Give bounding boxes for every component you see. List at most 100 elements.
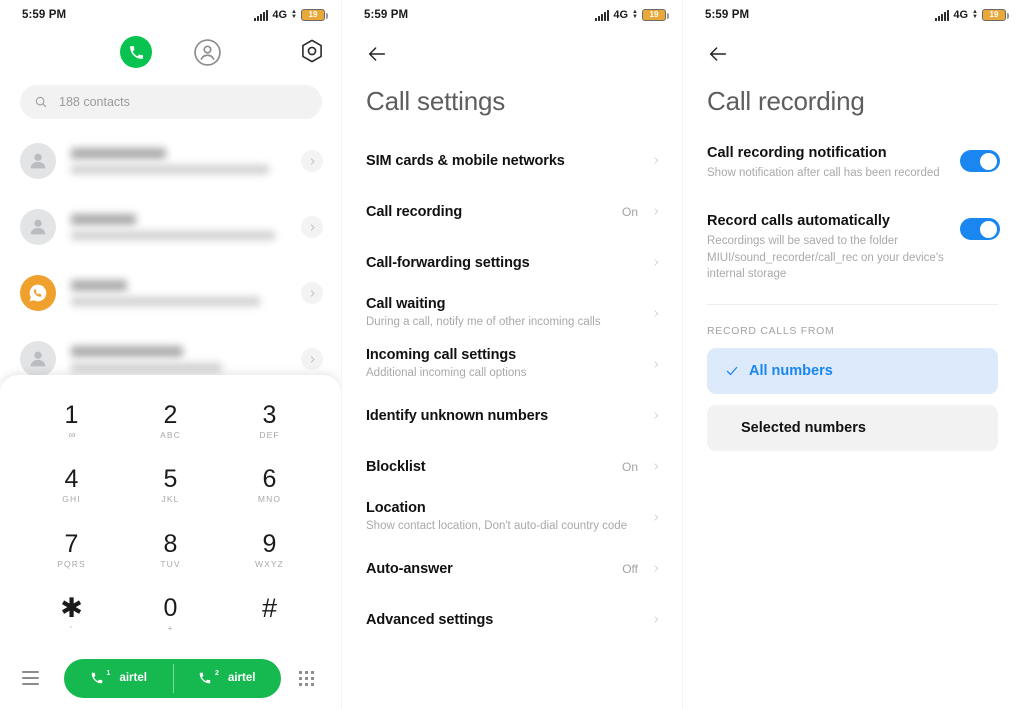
network-type-label: 4G [272,9,288,21]
toggle-subtitle: Recordings will be saved to the folder M… [707,235,944,280]
operator-label: airtel [119,672,147,684]
dialpad-key-5[interactable]: 5 JKL [121,454,220,519]
call-recording-toggles: Call recording notification Show notific… [683,145,1022,452]
key-digit: 8 [163,529,178,558]
avatar [20,275,56,311]
setting-row-incoming-call[interactable]: Incoming call settings Additional incomi… [342,339,682,390]
dialpad-key-7[interactable]: 7 PQRS [22,518,121,583]
back-button[interactable] [683,30,1022,78]
key-digit: 5 [163,465,178,494]
dialpad-key-1[interactable]: 1 ∞ [22,389,121,454]
setting-row-call-recording[interactable]: Call recording On [342,186,682,237]
status-indicators: 4G ▲ ▼ 19 [595,9,669,21]
setting-row-advanced[interactable]: Advanced settings [342,594,682,645]
page-title: Call recording [707,86,865,116]
list-item[interactable] [0,128,341,194]
setting-row-blocklist[interactable]: Blocklist On [342,441,682,492]
phone-tab[interactable] [120,36,152,68]
dialpad-key-4[interactable]: 4 GHI [22,454,121,519]
key-digit: 9 [262,529,277,558]
setting-row-call-waiting[interactable]: Call waiting During a call, notify me of… [342,288,682,339]
contact-detail-button[interactable] [301,282,323,304]
gear-hexagon-icon [302,39,322,63]
chevron-right-icon [310,223,314,231]
dialpad-key-2[interactable]: 2 ABC [121,389,220,454]
contact-detail-redacted [71,297,261,306]
setting-row-location[interactable]: Location Show contact location, Don't au… [342,492,682,543]
back-arrow-icon [368,47,386,61]
operator-label: airtel [227,672,256,684]
network-type-label: 4G [613,9,629,21]
whatsapp-call-icon [29,284,47,302]
setting-row-call-forwarding[interactable]: Call-forwarding settings [342,237,682,288]
key-letters: MNO [257,494,282,505]
dialpad-key-0[interactable]: 0 + [121,583,220,648]
contact-name-redacted [71,148,166,159]
setting-subtitle: Show contact location, Don't auto-dial c… [366,520,628,533]
status-time: 5:59 PM [364,9,409,21]
key-letters: JKL [161,494,180,505]
option-selected-numbers[interactable]: Selected numbers [707,405,998,452]
contact-detail-button[interactable] [301,150,323,172]
phone-call-icon [199,672,211,684]
option-label: All numbers [749,363,833,380]
contact-text [71,214,286,240]
chevron-right-icon [310,289,314,297]
call-button-sim1[interactable]: 1 airtel [64,659,173,698]
key-digit: 0 [163,594,178,623]
setting-title: Identify unknown numbers [366,407,549,424]
key-letters: PQRS [57,558,86,569]
phone-call-icon [91,672,102,684]
chevron-right-icon [310,355,314,363]
dialpad-key-8[interactable]: 8 TUV [121,518,220,583]
toggle-title: Call recording notification [707,145,887,161]
recording-notification-switch[interactable] [960,150,1000,172]
status-bar: 5:59 PM 4G ▲ ▼ 19 [683,0,1022,30]
dialpad-key-6[interactable]: 6 MNO [220,454,319,519]
section-label: RECORD CALLS FROM [707,325,835,338]
dialer-screen: 5:59 PM 4G ▲ ▼ 1 9 188 contacts 1 ∞ 2 ABC… [0,0,341,709]
data-arrows-icon: ▲ ▼ [291,9,297,20]
search-input[interactable]: 188 contacts [20,85,322,119]
call-button-sim2[interactable]: 2 airtel [172,659,282,698]
dialpad-key-3[interactable]: 3 DEF [220,389,319,454]
chevron-right-icon [648,205,660,218]
hamburger-menu-icon[interactable] [22,671,52,685]
contact-name-redacted [71,214,136,225]
sim-number: 1 [106,669,111,677]
back-button[interactable] [342,30,682,78]
status-time: 5:59 PM [22,9,67,21]
chevron-right-icon [648,358,660,371]
contact-detail-button[interactable] [301,348,323,370]
contact-text [71,346,286,372]
status-time: 5:59 PM [705,9,750,21]
check-icon [725,364,739,378]
setting-row-sim-cards[interactable]: SIM cards & mobile networks [342,135,682,186]
signal-bars-icon [595,9,610,21]
contact-detail-button[interactable] [301,216,323,238]
option-all-numbers[interactable]: All numbers [707,348,998,395]
dialpad-action-bar: 1 airtel 2 airtel [0,647,341,709]
record-automatically-switch[interactable] [960,218,1000,241]
dialpad-keys: 1 ∞ 2 ABC 3 DEF 4 GHI 5 JKL 6 MNO 7 PQRS 8 TUV 9… [0,375,341,647]
dialpad-key-9[interactable]: 9 WXYZ [220,518,319,583]
list-item[interactable] [0,260,341,326]
list-item[interactable] [0,194,341,260]
network-type-label: 4G [953,9,969,21]
contacts-tab[interactable] [193,38,222,67]
battery-level: 19 [989,10,999,19]
key-digit: 4 [64,465,79,494]
battery-icon: 19 [982,9,1009,21]
setting-row-identify-unknown[interactable]: Identify unknown numbers [342,390,682,441]
settings-tab[interactable] [299,38,325,64]
signal-bars-icon [935,9,950,21]
dialpad-key-hash[interactable]: # [220,583,319,648]
setting-row-auto-answer[interactable]: Auto-answer Off [342,543,682,594]
dialpad-grid-icon[interactable] [293,670,319,686]
key-digit: 3 [262,400,277,429]
key-letters: GHI [62,494,81,505]
key-letters: ' [70,624,73,635]
chevron-right-icon [648,460,660,473]
dialpad-key-star[interactable]: ✱ ' [22,583,121,648]
toggle-row-record-automatically: Record calls automatically Recordings wi… [683,213,1022,282]
